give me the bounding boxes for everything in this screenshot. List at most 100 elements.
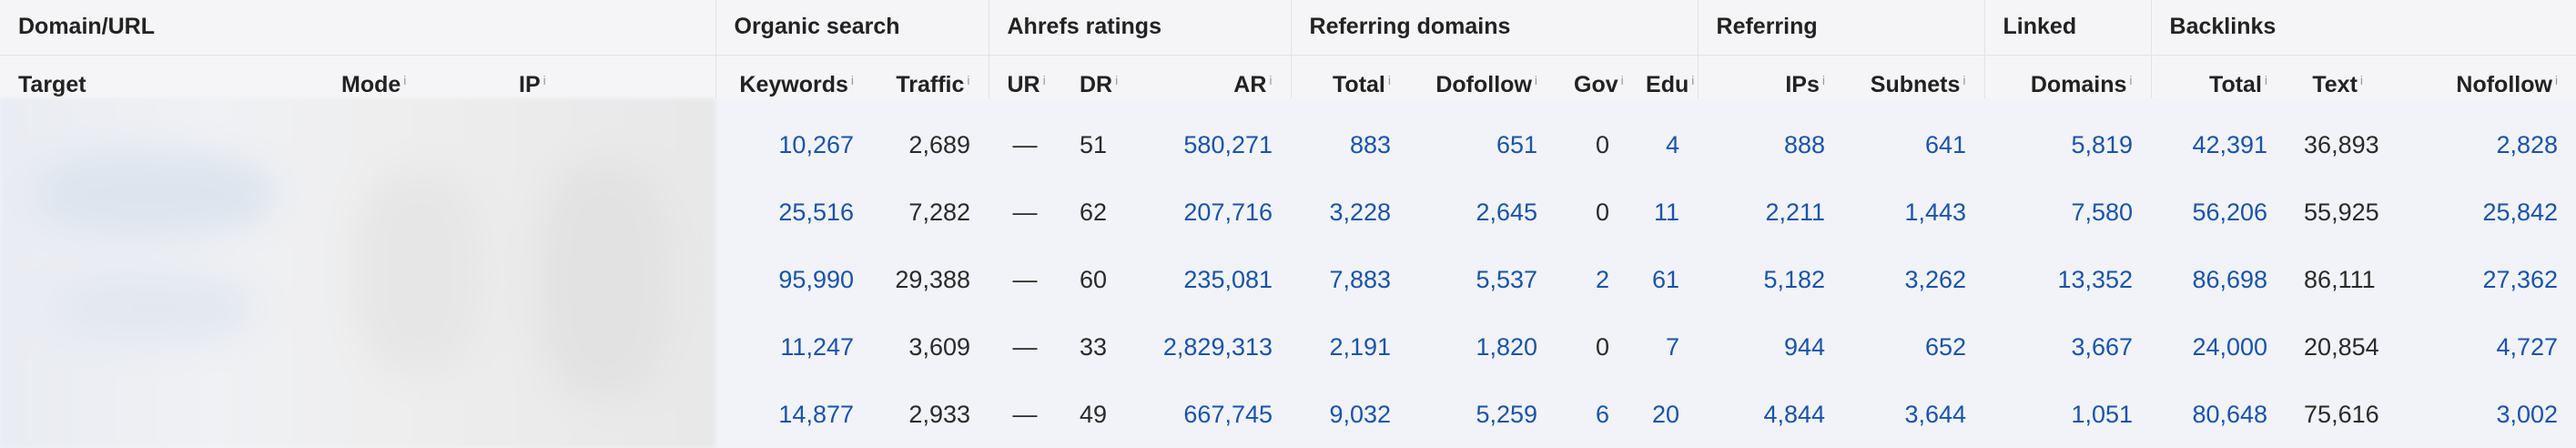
domains-cell[interactable]: 7,580 [1984,178,2152,246]
edu-cell[interactable]: 11 [1628,178,1699,246]
info-icon[interactable]: i [1388,73,1391,87]
col-mode[interactable]: Mode i [323,55,501,98]
col-gov-label: Gov [1574,72,1618,97]
subnets-cell[interactable]: 641 [1843,98,1985,178]
subnets-cell[interactable]: 652 [1843,313,1985,381]
col-target[interactable]: Target [0,55,323,98]
col-ips[interactable]: IPs i [1697,55,1844,98]
keywords-cell[interactable]: 25,516 [715,178,872,246]
col-traffic[interactable]: Traffic i [872,55,989,98]
edu-cell[interactable]: 4 [1628,98,1699,178]
col-keywords[interactable]: Keywords i [715,55,872,98]
col-edu[interactable]: Edu i [1628,55,1699,98]
col-domains[interactable]: Domains i [1983,55,2152,98]
domains-cell[interactable]: 13,352 [1984,246,2152,313]
subnets-cell[interactable]: 1,443 [1843,178,1985,246]
info-icon[interactable]: i [1621,73,1624,87]
traffic-cell: 7,282 [872,178,989,246]
domains-cell[interactable]: 1,051 [1984,381,2152,448]
info-icon[interactable]: i [1822,73,1825,87]
info-icon[interactable]: i [2360,73,2363,87]
gov-cell[interactable]: 6 [1556,381,1628,448]
ips-cell[interactable]: 4,844 [1698,381,1844,448]
info-icon[interactable]: i [403,73,406,87]
keywords-cell[interactable]: 95,990 [715,246,872,313]
dofollow-cell[interactable]: 5,537 [1409,246,1557,313]
rd-total-cell[interactable]: 2,191 [1291,313,1410,381]
keywords-cell[interactable]: 14,877 [715,381,872,448]
nofollow-cell[interactable]: 3,002 [2381,381,2576,448]
ips-cell[interactable]: 944 [1698,313,1844,381]
info-icon[interactable]: i [1962,73,1965,87]
rd-total-cell[interactable]: 9,032 [1291,381,1410,448]
edu-cell[interactable]: 7 [1628,313,1699,381]
ar-cell[interactable]: 667,745 [1135,381,1292,448]
domains-cell[interactable]: 3,667 [1984,313,2152,381]
traffic-cell: 29,388 [872,246,989,313]
gov-cell[interactable]: 2 [1556,246,1628,313]
rd-total-cell[interactable]: 883 [1291,98,1410,178]
nofollow-cell[interactable]: 2,828 [2381,98,2576,178]
ar-cell[interactable]: 207,716 [1135,178,1292,246]
col-dr-label: DR [1080,72,1113,97]
domains-cell[interactable]: 5,819 [1984,98,2152,178]
info-icon[interactable]: i [967,73,969,87]
info-icon[interactable]: i [2555,73,2558,87]
col-ur[interactable]: UR i [988,55,1061,98]
column-header-row: Target Mode i IP i Keywords i Traffic i UR i … [0,55,2576,98]
bl-total-cell[interactable]: 56,206 [2151,178,2287,246]
info-icon[interactable]: i [543,73,546,87]
rd-total-cell[interactable]: 3,228 [1291,178,1410,246]
bl-total-cell[interactable]: 80,648 [2151,381,2287,448]
nofollow-cell[interactable]: 4,727 [2381,313,2576,381]
ips-cell[interactable]: 2,211 [1698,178,1844,246]
info-icon[interactable]: i [1691,73,1694,87]
ips-cell[interactable]: 888 [1698,98,1844,178]
nofollow-cell[interactable]: 27,362 [2381,246,2576,313]
dofollow-cell[interactable]: 1,820 [1409,313,1557,381]
info-icon[interactable]: i [1535,73,1537,87]
bl-total-cell[interactable]: 24,000 [2151,313,2287,381]
col-ip[interactable]: IP i [501,55,715,98]
info-icon[interactable]: i [1269,73,1272,87]
redaction-blur [36,153,273,235]
bl-total-cell[interactable]: 42,391 [2151,98,2287,178]
ar-cell[interactable]: 580,271 [1135,98,1292,178]
group-backlinks: Backlinks [2150,0,2576,56]
nofollow-cell[interactable]: 25,842 [2381,178,2576,246]
dofollow-cell[interactable]: 5,259 [1409,381,1557,448]
edu-cell[interactable]: 61 [1628,246,1699,313]
info-icon[interactable]: i [851,73,854,87]
col-nofollow[interactable]: Nofollow i [2381,55,2576,98]
ips-cell[interactable]: 5,182 [1698,246,1844,313]
keywords-cell[interactable]: 10,267 [715,98,872,178]
ar-cell[interactable]: 235,081 [1135,246,1292,313]
dofollow-cell[interactable]: 2,645 [1409,178,1557,246]
ar-cell[interactable]: 2,829,313 [1135,313,1292,381]
redaction-blur [537,162,674,399]
dofollow-cell[interactable]: 651 [1409,98,1557,178]
col-text[interactable]: Text i [2286,55,2382,98]
col-gov[interactable]: Gov i [1556,55,1628,98]
info-icon[interactable]: i [1043,73,1046,87]
info-icon[interactable]: i [1115,73,1118,87]
col-dofollow[interactable]: Dofollow i [1409,55,1557,98]
redaction-blur [355,171,482,372]
col-target-label: Target [18,72,86,97]
col-ar[interactable]: AR i [1135,55,1292,98]
keywords-cell[interactable]: 11,247 [715,313,872,381]
subnets-cell[interactable]: 3,262 [1843,246,1985,313]
col-bl-total[interactable]: Total i [2150,55,2287,98]
info-icon[interactable]: i [2265,73,2267,87]
bl-total-cell[interactable]: 86,698 [2151,246,2287,313]
subnets-cell[interactable]: 3,644 [1843,381,1985,448]
group-header-row: Domain/URL Organic search Ahrefs ratings… [0,0,2576,56]
info-icon[interactable]: i [2129,73,2132,87]
rd-total-cell[interactable]: 7,883 [1291,246,1410,313]
traffic-cell: 2,933 [872,381,989,448]
ur-cell: — [989,178,1061,246]
col-dr[interactable]: DR i [1061,55,1135,98]
edu-cell[interactable]: 20 [1628,381,1699,448]
col-rd-total[interactable]: Total i [1290,55,1410,98]
col-subnets[interactable]: Subnets i [1843,55,1985,98]
